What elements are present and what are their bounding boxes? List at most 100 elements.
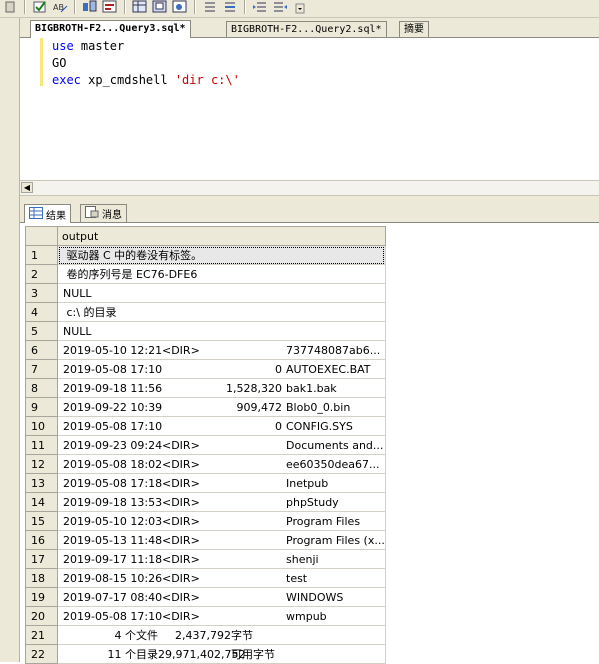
output-cell[interactable]: 2019-09-23 09:24<DIR> Documents and... xyxy=(57,435,386,455)
code-line[interactable]: exec xp_cmdshell 'dir c:\' xyxy=(52,72,240,89)
table-row[interactable]: 3 NULL xyxy=(25,283,386,303)
row-number[interactable]: 3 xyxy=(25,283,58,303)
row-number[interactable]: 12 xyxy=(25,454,58,474)
output-cell[interactable]: 2019-07-17 08:40<DIR> WINDOWS xyxy=(57,587,386,607)
output-cell[interactable]: 2019-05-08 17:10 0 CONFIG.SYS xyxy=(57,416,386,436)
table-row[interactable]: 10 2019-05-08 17:10 0 CONFIG.SYS xyxy=(25,416,386,436)
table-row[interactable]: 8 2019-09-18 11:56 1,528,320 bak1.bak xyxy=(25,378,386,398)
table-row[interactable]: 22 11 个目录29,971,402,752可用字节 xyxy=(25,644,386,664)
code-text: GO xyxy=(52,56,67,70)
output-cell[interactable]: 2019-09-18 11:56 1,528,320 bak1.bak xyxy=(57,378,386,398)
output-cell[interactable]: 2019-05-08 18:02<DIR> ee60350dea67... xyxy=(57,454,386,474)
table-row[interactable]: 12 2019-05-08 18:02<DIR> ee60350dea67... xyxy=(25,454,386,474)
table-row[interactable]: 21 4 个文件 2,437,792字节 xyxy=(25,625,386,645)
row-number[interactable]: 15 xyxy=(25,511,58,531)
row-number[interactable]: 19 xyxy=(25,587,58,607)
results-to-grid-icon[interactable] xyxy=(130,0,150,14)
output-cell[interactable]: 4 个文件 2,437,792字节 xyxy=(57,625,386,645)
table-row[interactable]: 14 2019-09-18 13:53<DIR> phpStudy xyxy=(25,492,386,512)
entry-datetime: 2019-05-08 18:02 xyxy=(63,457,163,471)
output-cell[interactable]: 2019-08-15 10:26<DIR> test xyxy=(57,568,386,588)
row-number[interactable]: 2 xyxy=(25,264,58,284)
table-row[interactable]: 11 2019-09-23 09:24<DIR> Documents and... xyxy=(25,435,386,455)
cell-text: 驱动器 C 中的卷没有标签。 xyxy=(63,249,203,262)
row-number[interactable]: 14 xyxy=(25,492,58,512)
table-row[interactable]: 1 驱动器 C 中的卷没有标签。 xyxy=(25,245,386,265)
output-cell[interactable]: 11 个目录29,971,402,752可用字节 xyxy=(57,644,386,664)
decrease-indent-icon[interactable] xyxy=(250,0,270,14)
table-row[interactable]: 4 c:\ 的目录 xyxy=(25,302,386,322)
code-line[interactable]: use master xyxy=(52,38,124,55)
row-number[interactable]: 4 xyxy=(25,302,58,322)
row-number[interactable]: 10 xyxy=(25,416,58,436)
output-cell[interactable]: NULL xyxy=(57,283,386,303)
row-number[interactable]: 11 xyxy=(25,435,58,455)
tab-results[interactable]: 结果 xyxy=(24,204,71,223)
table-row[interactable]: 5 NULL xyxy=(25,321,386,341)
row-number[interactable]: 6 xyxy=(25,340,58,360)
row-number[interactable]: 8 xyxy=(25,378,58,398)
row-number[interactable]: 18 xyxy=(25,568,58,588)
row-number[interactable]: 13 xyxy=(25,473,58,493)
row-number[interactable]: 16 xyxy=(25,530,58,550)
row-number[interactable]: 20 xyxy=(25,606,58,626)
output-cell[interactable]: NULL xyxy=(57,321,386,341)
output-cell[interactable]: 2019-05-10 12:03<DIR> Program Files xyxy=(57,511,386,531)
tab-query2[interactable]: BIGBROTH-F2...Query2.sql* xyxy=(226,21,387,37)
column-header-output[interactable]: output xyxy=(57,226,386,246)
table-row[interactable]: 15 2019-05-10 12:03<DIR> Program Files xyxy=(25,511,386,531)
row-number[interactable]: 21 xyxy=(25,625,58,645)
tab-messages[interactable]: 消息 xyxy=(80,204,127,222)
toolbar: AB xyxy=(0,0,599,18)
entry-name: Documents and... xyxy=(286,438,384,452)
output-cell[interactable]: 2019-05-08 17:18<DIR> Inetpub xyxy=(57,473,386,493)
output-cell[interactable]: 2019-09-18 13:53<DIR> phpStudy xyxy=(57,492,386,512)
output-cell[interactable]: c:\ 的目录 xyxy=(57,302,386,322)
code-line[interactable]: GO xyxy=(52,55,66,72)
row-number[interactable]: 7 xyxy=(25,359,58,379)
table-row[interactable]: 6 2019-05-10 12:21<DIR> 737748087ab6... xyxy=(25,340,386,360)
editor-horizontal-scrollbar[interactable]: ◀ xyxy=(20,180,599,196)
query-options-icon[interactable] xyxy=(80,0,100,14)
results-to-text-icon[interactable] xyxy=(100,0,120,14)
grid-corner[interactable] xyxy=(25,226,58,246)
scroll-left-icon[interactable]: ◀ xyxy=(21,182,33,193)
row-number[interactable]: 5 xyxy=(25,321,58,341)
overflow-icon[interactable] xyxy=(290,0,310,14)
output-cell[interactable]: 2019-09-17 11:18<DIR> shenji xyxy=(57,549,386,569)
output-cell[interactable]: 驱动器 C 中的卷没有标签。 xyxy=(57,245,386,265)
table-row[interactable]: 7 2019-05-08 17:10 0 AUTOEXEC.BAT xyxy=(25,359,386,379)
table-row[interactable]: 20 2019-05-08 17:10<DIR> wmpub xyxy=(25,606,386,626)
tab-summary[interactable]: 摘要 xyxy=(399,21,429,37)
output-cell[interactable]: 卷的序列号是 EC76-DFE6 xyxy=(57,264,386,284)
check-icon[interactable] xyxy=(30,0,50,14)
table-row[interactable]: 18 2019-08-15 10:26<DIR> test xyxy=(25,568,386,588)
entry-size: 1,528,320 xyxy=(226,381,282,395)
toolbar-separator xyxy=(194,0,196,14)
comment-icon[interactable] xyxy=(200,0,220,14)
row-number[interactable]: 22 xyxy=(25,644,58,664)
table-row[interactable]: 13 2019-05-08 17:18<DIR> Inetpub xyxy=(25,473,386,493)
table-row[interactable]: 17 2019-09-17 11:18<DIR> shenji xyxy=(25,549,386,569)
table-row[interactable]: 9 2019-09-22 10:39 909,472 Blob0_0.bin xyxy=(25,397,386,417)
table-row[interactable]: 19 2019-07-17 08:40<DIR> WINDOWS xyxy=(25,587,386,607)
toolbar-dropdown-icon[interactable] xyxy=(0,0,20,14)
row-number[interactable]: 17 xyxy=(25,549,58,569)
table-row[interactable]: 16 2019-05-13 11:48<DIR> Program Files (x.… xyxy=(25,530,386,550)
output-cell[interactable]: 2019-09-22 10:39 909,472 Blob0_0.bin xyxy=(57,397,386,417)
output-cell[interactable]: 2019-05-13 11:48<DIR> Program Files (x... xyxy=(57,530,386,550)
output-cell[interactable]: 2019-05-08 17:10 0 AUTOEXEC.BAT xyxy=(57,359,386,379)
increase-indent-icon[interactable] xyxy=(270,0,290,14)
output-cell[interactable]: 2019-05-08 17:10<DIR> wmpub xyxy=(57,606,386,626)
query-editor[interactable]: use master GO exec xp_cmdshell 'dir c:\' xyxy=(20,38,599,180)
results-to-file-icon[interactable] xyxy=(150,0,170,14)
abc-icon[interactable]: AB xyxy=(50,0,70,14)
output-cell[interactable]: 2019-05-10 12:21<DIR> 737748087ab6... xyxy=(57,340,386,360)
tab-query3[interactable]: BIGBROTH-F2...Query3.sql* xyxy=(30,20,191,38)
row-number[interactable]: 9 xyxy=(25,397,58,417)
table-row[interactable]: 2 卷的序列号是 EC76-DFE6 xyxy=(25,264,386,284)
results-pane-icon[interactable] xyxy=(170,0,190,14)
row-number[interactable]: 1 xyxy=(25,245,58,265)
result-tab-bar: 结果 消息 xyxy=(20,202,599,223)
uncomment-icon[interactable] xyxy=(220,0,240,14)
